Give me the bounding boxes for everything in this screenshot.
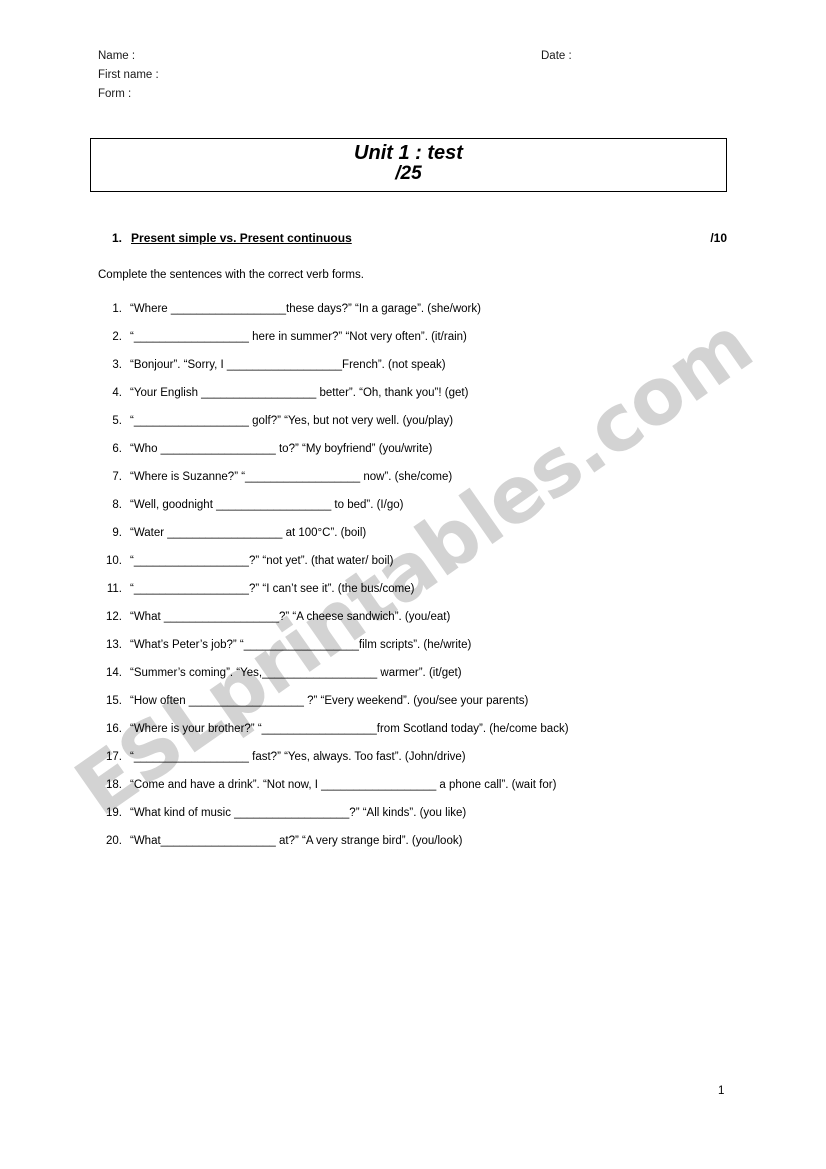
exercise-text: “Summer’s coming”. “Yes,________________… (130, 667, 462, 679)
exercise-text: “Water __________________ at 100°C”. (bo… (130, 527, 367, 539)
exercise-item: 15. “How often __________________ ?” “Ev… (98, 695, 738, 723)
exercise-text: “What __________________?” “A cheese san… (130, 611, 451, 623)
instruction-text: Complete the sentences with the correct … (98, 269, 364, 281)
exercise-item: 11. “__________________?” “I can’t see i… (98, 583, 738, 611)
exercise-number: 11. (106, 583, 122, 595)
exercise-item: 3. “Bonjour”. “Sorry, I ________________… (98, 359, 738, 387)
exercise-number: 3. (112, 359, 122, 371)
section-title: Present simple vs. Present continuous (131, 231, 352, 245)
exercise-item: 8. “Well, goodnight __________________ t… (98, 499, 738, 527)
exercise-text: “__________________ here in summer?” “No… (130, 331, 467, 343)
exercise-text: “Where __________________these days?” “I… (130, 303, 481, 315)
exercise-text: “How often __________________ ?” “Every … (130, 695, 529, 707)
exercise-item: 19. “What kind of music ________________… (98, 807, 738, 835)
exercise-item: 4. “Your English __________________ bett… (98, 387, 738, 415)
exercise-list: 1. “Where __________________these days?”… (98, 303, 738, 863)
exercise-number: 20. (106, 835, 122, 847)
exercise-text: “__________________ golf?” “Yes, but not… (130, 415, 454, 427)
exercise-text: “What’s Peter’s job?” “_________________… (130, 639, 472, 651)
date-field-label: Date : (541, 50, 572, 62)
total-score-label: /25 (395, 163, 422, 184)
exercise-number: 2. (112, 331, 122, 343)
exercise-item: 12. “What __________________?” “A cheese… (98, 611, 738, 639)
exercise-text: “Your English __________________ better”… (130, 387, 469, 399)
exercise-number: 18. (106, 779, 122, 791)
exercise-item: 16. “Where is your brother?” “__________… (98, 723, 738, 751)
title-box: Unit 1 : test /25 (90, 138, 727, 192)
first-name-field-label: First name : (98, 69, 159, 81)
exercise-number: 19. (106, 807, 122, 819)
exercise-number: 12. (106, 611, 122, 623)
exercise-number: 9. (112, 527, 122, 539)
section-heading: 1. Present simple vs. Present continuous… (112, 231, 727, 245)
worksheet-page: ESLprintables.com Name : First name : Fo… (0, 0, 826, 1169)
exercise-number: 17. (106, 751, 122, 763)
page-number: 1 (718, 1085, 725, 1097)
exercise-item: 2. “__________________ here in summer?” … (98, 331, 738, 359)
exercise-item: 14. “Summer’s coming”. “Yes,____________… (98, 667, 738, 695)
exercise-number: 10. (106, 555, 122, 567)
exercise-number: 15. (106, 695, 122, 707)
exercise-number: 1. (112, 303, 122, 315)
exercise-item: 13. “What’s Peter’s job?” “_____________… (98, 639, 738, 667)
exercise-text: “Well, goodnight __________________ to b… (130, 499, 404, 511)
exercise-item: 7. “Where is Suzanne?” “________________… (98, 471, 738, 499)
exercise-number: 4. (112, 387, 122, 399)
exercise-item: 6. “Who __________________ to?” “My boyf… (98, 443, 738, 471)
exercise-text: “Where is Suzanne?” “__________________ … (130, 471, 453, 483)
form-field-label: Form : (98, 88, 132, 100)
exercise-item: 10. “__________________?” “not yet”. (th… (98, 555, 738, 583)
exercise-number: 5. (112, 415, 122, 427)
section-number: 1. (112, 231, 123, 245)
exercise-number: 7. (112, 471, 122, 483)
exercise-item: 5. “__________________ golf?” “Yes, but … (98, 415, 738, 443)
exercise-text: “__________________ fast?” “Yes, always.… (130, 751, 466, 763)
exercise-item: 20. “What__________________ at?” “A very… (98, 835, 738, 863)
exercise-number: 6. (112, 443, 122, 455)
exercise-item: 1. “Where __________________these days?”… (98, 303, 738, 331)
exercise-number: 16. (106, 723, 122, 735)
exercise-number: 8. (112, 499, 122, 511)
worksheet-title: Unit 1 : test (354, 142, 463, 164)
exercise-item: 9. “Water __________________ at 100°C”. … (98, 527, 738, 555)
exercise-text: “Where is your brother?” “______________… (130, 723, 569, 735)
name-field-label: Name : (98, 50, 136, 62)
exercise-text: “Come and have a drink”. “Not now, I ___… (130, 779, 557, 791)
exercise-text: “Who __________________ to?” “My boyfrie… (130, 443, 433, 455)
exercise-text: “__________________?” “not yet”. (that w… (130, 555, 394, 567)
exercise-number: 14. (106, 667, 122, 679)
exercise-item: 18. “Come and have a drink”. “Not now, I… (98, 779, 738, 807)
exercise-text: “What kind of music __________________?”… (130, 807, 467, 819)
section-points: /10 (710, 231, 727, 245)
exercise-item: 17. “__________________ fast?” “Yes, alw… (98, 751, 738, 779)
exercise-text: “Bonjour”. “Sorry, I __________________F… (130, 359, 446, 371)
exercise-text: “__________________?” “I can’t see it”. … (130, 583, 415, 595)
exercise-text: “What__________________ at?” “A very str… (130, 835, 463, 847)
exercise-number: 13. (106, 639, 122, 651)
